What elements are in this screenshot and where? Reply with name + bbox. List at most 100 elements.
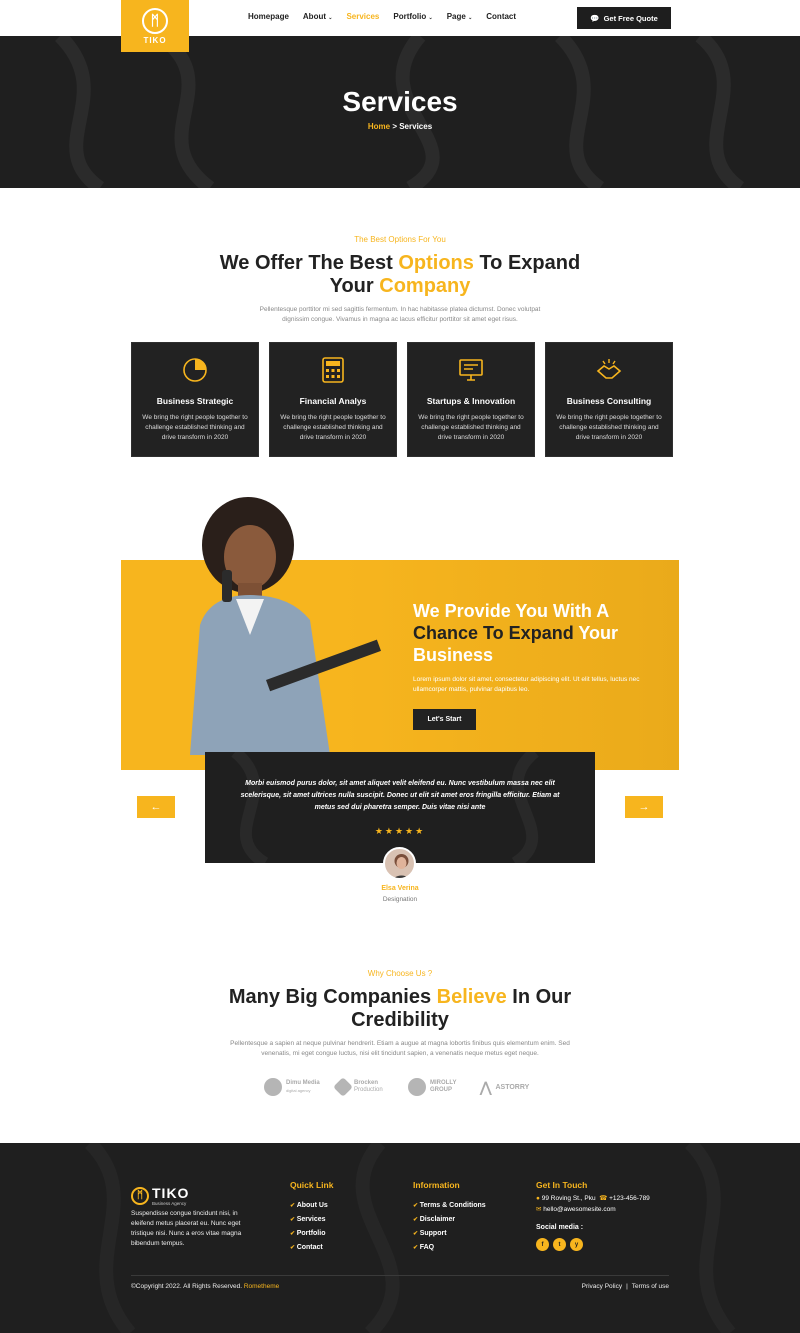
youtube-icon[interactable]: y	[570, 1238, 583, 1251]
copyright: ©Copyright 2022. All Rights Reserved. Ro…	[131, 1283, 279, 1290]
calculator-icon	[322, 357, 344, 383]
privacy-policy-link[interactable]: Privacy Policy	[582, 1283, 622, 1290]
nav-portfolio[interactable]: Portfolio ⌄	[393, 12, 432, 21]
partner-logos: Dimu Media digital agency Brocken Producti…	[264, 1077, 542, 1097]
partner-logo: Dimu Media digital agency	[264, 1078, 322, 1096]
twitter-icon[interactable]: t	[553, 1238, 566, 1251]
service-card-title: Financial Analys	[299, 396, 367, 406]
why-title-accent: Believe	[436, 986, 507, 1008]
nav-services[interactable]: Services	[346, 12, 379, 21]
footer-wave-pattern	[84, 1143, 736, 1333]
service-card[interactable]: Financial Analys We bring the right peop…	[269, 342, 397, 457]
get-free-quote-button[interactable]: 💬 Get Free Quote	[577, 7, 671, 29]
footer-link-terms[interactable]: Terms & Conditions	[413, 1199, 486, 1213]
next-arrow-button[interactable]: →	[625, 796, 663, 818]
site-logo[interactable]: ᛗ TIKO	[121, 0, 189, 52]
main-menu: Homepage About ⌄ Services Portfolio ⌄ Pa…	[248, 12, 530, 21]
businesswoman-photo	[190, 497, 381, 755]
mail-icon: ✉	[536, 1205, 542, 1213]
services-title: We Offer The Best Options To Expand Your…	[0, 252, 800, 298]
footer-link-support[interactable]: Support	[413, 1227, 486, 1241]
why-desc-line2: venenatis, mi eget congue luctus, nisi e…	[261, 1050, 539, 1057]
services-title-accent1: Options	[398, 252, 474, 274]
prev-arrow-button[interactable]: ←	[137, 796, 175, 818]
testimonial-quote: Morbi euismod purus dolor, sit amet aliq…	[240, 780, 560, 811]
footer-link-disclaimer[interactable]: Disclaimer	[413, 1213, 486, 1227]
banner-text: Lorem ipsum dolor sit amet, consectetur …	[413, 676, 640, 693]
social-icons: f t y	[536, 1238, 583, 1251]
footer-link-contact[interactable]: Contact	[290, 1241, 328, 1255]
service-card[interactable]: Startups & Innovation We bring the right…	[407, 342, 535, 457]
banner-heading-line3: Business	[413, 645, 494, 665]
nav-page[interactable]: Page ⌄	[447, 12, 473, 21]
partner-sub: digital agency	[286, 1088, 311, 1093]
monitor-icon	[459, 359, 483, 381]
services-title-part2: To Expand	[473, 252, 581, 274]
nav-about-label: About	[302, 12, 327, 21]
information-list: Terms & Conditions Disclaimer Support FA…	[413, 1199, 486, 1255]
facebook-icon[interactable]: f	[536, 1238, 549, 1251]
partner-sub: GROUP	[430, 1087, 453, 1093]
terms-of-use-link[interactable]: Terms of use	[632, 1283, 669, 1290]
nav-homepage[interactable]: Homepage	[248, 12, 289, 21]
phone-icon: ☎	[599, 1195, 608, 1202]
service-card[interactable]: Business Strategic We bring the right pe…	[131, 342, 259, 457]
top-navbar: Homepage About ⌄ Services Portfolio ⌄ Pa…	[0, 0, 800, 36]
reviewer-name: Elsa Verina	[381, 885, 419, 892]
location-pin-icon: ●	[536, 1195, 540, 1202]
footer-logo-mark-icon: ᛗ	[131, 1186, 149, 1205]
partner-logo: ⋀ ASTORRY	[480, 1080, 542, 1094]
lets-start-button[interactable]: Let's Start	[413, 709, 476, 730]
social-media-heading: Social media :	[536, 1224, 584, 1231]
banner-heading-dark: Chance To Expand	[413, 623, 574, 643]
rating-stars: ★★★★★	[374, 826, 426, 836]
contact-info: ● 99 Roving St., Pku ☎ +123-456-789 ✉ he…	[536, 1194, 650, 1215]
service-card-desc: We bring the right people together to ch…	[556, 414, 662, 441]
services-title-part1: We Offer The Best	[219, 252, 399, 274]
chevron-down-icon: ⌄	[328, 15, 333, 21]
nav-portfolio-label: Portfolio	[393, 12, 427, 21]
service-card-desc: We bring the right people together to ch…	[418, 414, 524, 441]
chat-icon: 💬	[590, 13, 600, 23]
services-desc-line2: dignissim congue. Vivamus in magna ac la…	[282, 316, 518, 323]
nav-about[interactable]: About ⌄	[303, 12, 333, 21]
page-title: Services	[342, 86, 458, 117]
partner-mark-icon	[408, 1078, 426, 1096]
footer-link-services[interactable]: Services	[290, 1213, 328, 1227]
footer-link-about[interactable]: About Us	[290, 1199, 328, 1213]
partner-logo: Brocken Production	[333, 1077, 394, 1097]
banner-heading-line1: We Provide You With A	[413, 601, 610, 621]
banner-heading-line2b: Your	[573, 623, 619, 643]
why-title-part3: Credibility	[351, 1009, 449, 1031]
site-footer: ᛗ TIKO Business Agency Suspendisse congue…	[0, 1143, 800, 1333]
get-free-quote-label: Get Free Quote	[603, 13, 658, 23]
footer-about: Suspendisse congue tincidunt nisi, in el…	[131, 1210, 242, 1247]
footer-link-portfolio[interactable]: Portfolio	[290, 1227, 328, 1241]
legal-links: Privacy Policy | Terms of use	[582, 1283, 669, 1290]
banner-heading: We Provide You With A Chance To Expand Y…	[413, 600, 653, 666]
services-description: Pellentesque porttitor mi sed sagittis f…	[0, 305, 800, 325]
footer-divider	[131, 1275, 669, 1276]
chevron-down-icon: ⌄	[468, 15, 473, 21]
why-description: Pellentesque a sapien at neque pulvinar …	[0, 1039, 800, 1059]
footer-logo-text: TIKO	[152, 1185, 190, 1201]
service-cards: Business Strategic We bring the right pe…	[131, 342, 673, 457]
reviewer-designation: Designation	[382, 896, 418, 903]
breadcrumb-home[interactable]: Home	[368, 122, 390, 131]
footer-logo-sub: Business Agency	[152, 1201, 187, 1206]
service-card-title: Business Strategic	[156, 396, 234, 406]
footer-logo[interactable]: ᛗ TIKO Business Agency	[131, 1185, 189, 1206]
service-card-title: Business Consulting	[566, 396, 652, 406]
service-card[interactable]: Business Consulting We bring the right p…	[545, 342, 673, 457]
service-card-desc: We bring the right people together to ch…	[280, 414, 386, 441]
footer-link-faq[interactable]: FAQ	[413, 1241, 486, 1255]
partner-name: Dimu Media	[286, 1080, 320, 1086]
partner-logo: MIROLLY GROUP	[408, 1078, 466, 1096]
nav-contact[interactable]: Contact	[486, 12, 516, 21]
email[interactable]: hello@awesomesite.com	[543, 1206, 615, 1213]
nav-page-label: Page	[446, 12, 466, 21]
logo-text: TIKO	[143, 35, 167, 45]
brand-link[interactable]: Rometheme	[244, 1283, 279, 1290]
information-heading: Information	[413, 1180, 460, 1190]
page-hero: Services Home > Services	[0, 36, 800, 188]
